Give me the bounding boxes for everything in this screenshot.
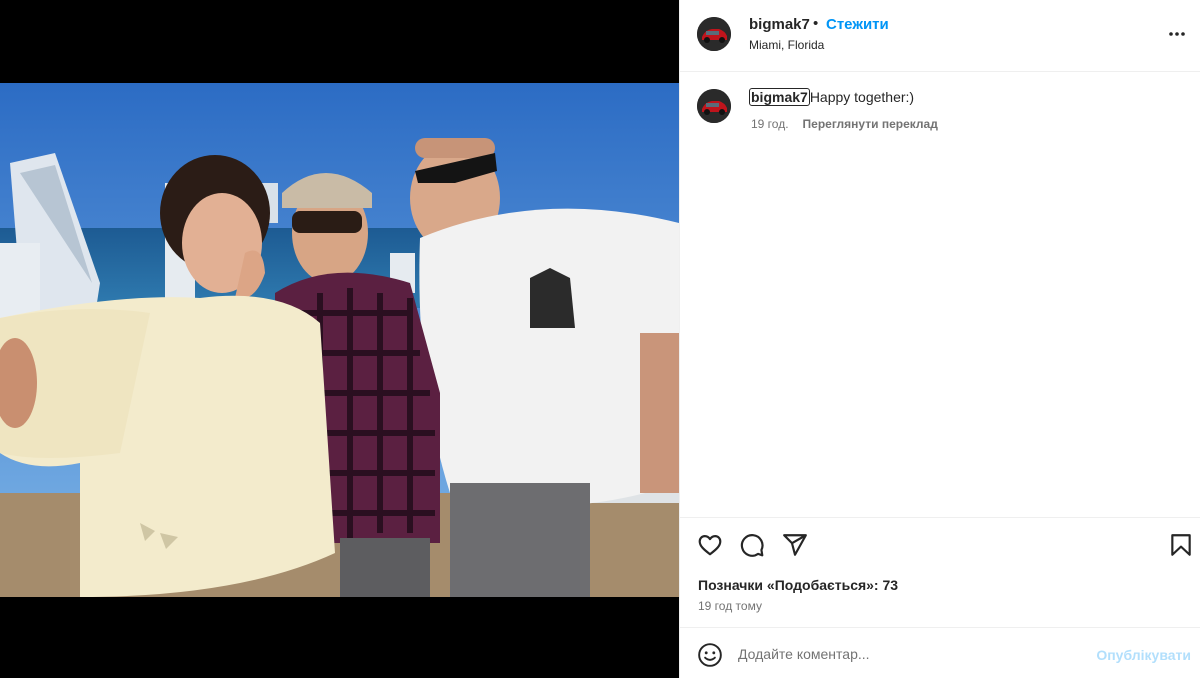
car-avatar-image [697,17,731,51]
see-translation-link[interactable]: Переглянути переклад [803,117,938,131]
caption-time: 19 год. [751,117,789,131]
car-avatar-image [697,89,731,123]
bookmark-icon[interactable] [1168,532,1194,558]
post-location[interactable]: Miami, Florida [749,38,824,52]
follow-button[interactable]: Стежити [826,16,889,33]
publish-button[interactable]: Опублікувати [1096,647,1191,663]
author-username[interactable]: bigmak7 [749,16,810,33]
comment-bar: Опублікувати [680,627,1200,678]
post-time[interactable]: 19 год тому [698,599,762,613]
author-avatar[interactable] [697,17,731,51]
separator-dot: • [813,15,819,32]
more-icon[interactable] [1167,24,1187,44]
post-panel: bigmak7 • Стежити Miami, Florida bigmak7… [679,0,1200,678]
caption-username[interactable]: bigmak7 [749,88,810,106]
post-photo-image [0,83,679,597]
post-actions: Позначки «Подобається»: 73 19 год тому [680,517,1200,627]
caption-line: bigmak7 Happy together:) [749,88,915,106]
caption-text: Happy together:) [809,89,915,105]
post-header: bigmak7 • Стежити Miami, Florida [680,0,1200,72]
post-photo[interactable] [0,83,679,597]
caption-meta: 19 год. Переглянути переклад [751,117,938,131]
comment-input[interactable] [738,640,1078,668]
caption-avatar[interactable] [697,89,731,123]
media-viewer [0,0,679,678]
share-icon[interactable] [782,532,808,558]
emoji-icon[interactable] [697,642,723,668]
likes-count[interactable]: Позначки «Подобається»: 73 [698,577,898,593]
comment-icon[interactable] [739,532,765,558]
heart-icon[interactable] [697,532,723,558]
